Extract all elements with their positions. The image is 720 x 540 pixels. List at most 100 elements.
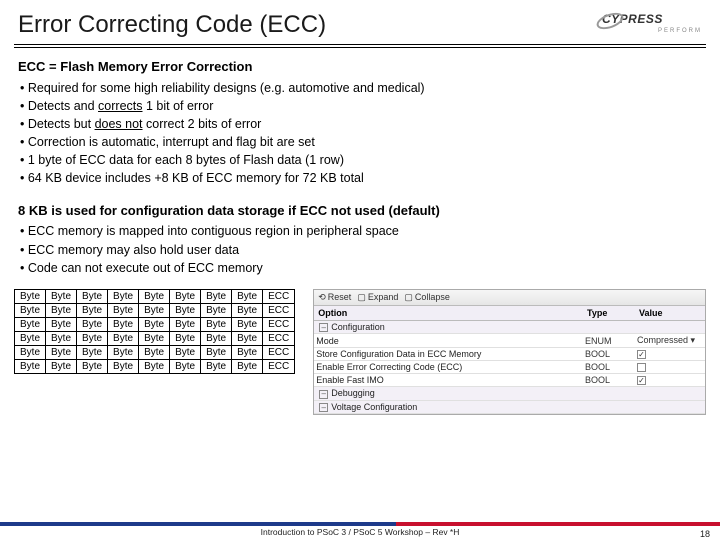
checkbox-icon[interactable] <box>637 363 646 372</box>
byte-cell: Byte <box>15 359 46 373</box>
ecc-cell: ECC <box>263 303 295 317</box>
config-type: ENUM <box>583 335 635 347</box>
config-label: Configuration <box>331 322 385 332</box>
config-type: BOOL <box>583 374 635 386</box>
brand-logo: CYPRESS PERFORM <box>602 10 702 40</box>
byte-cell: Byte <box>77 303 108 317</box>
byte-cell: Byte <box>201 317 232 331</box>
title-row: Error Correcting Code (ECC) CYPRESS PERF… <box>0 0 720 44</box>
footer: Introduction to PSoC 3 / PSoC 5 Workshop… <box>0 522 720 540</box>
byte-cell: Byte <box>201 303 232 317</box>
byte-cell: Byte <box>108 289 139 303</box>
section1-heading: ECC = Flash Memory Error Correction <box>18 58 702 77</box>
config-label: Mode <box>316 336 339 346</box>
byte-cell: Byte <box>77 317 108 331</box>
list-item: Correction is automatic, interrupt and f… <box>20 133 702 151</box>
reset-button[interactable]: ⟲ Reset <box>318 292 351 303</box>
checkbox-icon[interactable]: ✓ <box>637 376 646 385</box>
config-value[interactable]: ✓ <box>635 375 705 386</box>
byte-cell: Byte <box>139 317 170 331</box>
ecc-cell: ECC <box>263 289 295 303</box>
section1-list: Required for some high reliability desig… <box>20 79 702 188</box>
byte-cell: Byte <box>108 303 139 317</box>
byte-cell: Byte <box>139 303 170 317</box>
list-item: Required for some high reliability desig… <box>20 79 702 97</box>
ecc-cell: ECC <box>263 317 295 331</box>
byte-cell: Byte <box>15 317 46 331</box>
byte-cell: Byte <box>170 289 201 303</box>
byte-cell: Byte <box>201 359 232 373</box>
byte-cell: Byte <box>15 331 46 345</box>
config-label: Debugging <box>331 388 375 398</box>
byte-cell: Byte <box>15 345 46 359</box>
config-type: BOOL <box>583 348 635 360</box>
config-label: Enable Fast IMO <box>316 375 384 385</box>
byte-cell: Byte <box>170 331 201 345</box>
config-rows: –ConfigurationModeENUMCompressed ▾Store … <box>314 321 705 415</box>
byte-cell: Byte <box>108 317 139 331</box>
list-item: 1 byte of ECC data for each 8 bytes of F… <box>20 151 702 169</box>
byte-cell: Byte <box>201 345 232 359</box>
byte-cell: Byte <box>77 359 108 373</box>
config-value <box>635 406 705 408</box>
config-type <box>583 393 635 395</box>
byte-cell: Byte <box>108 345 139 359</box>
list-item: Detects but does not correct 2 bits of e… <box>20 115 702 133</box>
byte-cell: Byte <box>77 331 108 345</box>
tree-toggle-icon[interactable]: – <box>319 390 328 399</box>
byte-cell: Byte <box>170 359 201 373</box>
config-group: –Debugging <box>314 387 705 401</box>
byte-cell: Byte <box>77 345 108 359</box>
byte-cell: Byte <box>201 331 232 345</box>
config-value[interactable] <box>635 362 705 373</box>
section2-heading: 8 KB is used for configuration data stor… <box>18 202 702 221</box>
config-panel: ⟲ Reset ▢ Expand ▢ Collapse Option Type … <box>313 289 706 416</box>
list-item: ECC memory is mapped into contiguous reg… <box>20 222 702 240</box>
byte-cell: Byte <box>139 289 170 303</box>
byte-cell: Byte <box>108 359 139 373</box>
tree-toggle-icon[interactable]: – <box>319 403 328 412</box>
expand-button[interactable]: ▢ Expand <box>357 292 398 303</box>
config-label: Voltage Configuration <box>331 402 417 412</box>
config-label: Enable Error Correcting Code (ECC) <box>316 362 462 372</box>
dropdown-value[interactable]: Compressed ▾ <box>637 335 695 346</box>
footer-text: Introduction to PSoC 3 / PSoC 5 Workshop… <box>0 526 720 537</box>
byte-cell: Byte <box>139 331 170 345</box>
config-item: Mode ENUMCompressed ▾ <box>314 334 705 348</box>
byte-cell: Byte <box>46 345 77 359</box>
slide: Error Correcting Code (ECC) CYPRESS PERF… <box>0 0 720 540</box>
byte-cell: Byte <box>46 331 77 345</box>
tree-toggle-icon[interactable]: – <box>319 323 328 332</box>
byte-cell: Byte <box>15 289 46 303</box>
byte-cell: Byte <box>232 303 263 317</box>
byte-cell: Byte <box>201 289 232 303</box>
list-item: 64 KB device includes +8 KB of ECC memor… <box>20 169 702 187</box>
config-value <box>635 326 705 328</box>
col-type: Type <box>583 306 635 320</box>
byte-cell: Byte <box>139 345 170 359</box>
config-type <box>583 406 635 408</box>
ecc-cell: ECC <box>263 345 295 359</box>
lower-row: ByteByteByteByteByteByteByteByteECCByteB… <box>0 283 720 416</box>
byte-cell: Byte <box>170 303 201 317</box>
config-toolbar: ⟲ Reset ▢ Expand ▢ Collapse <box>314 290 705 306</box>
config-group: –Configuration <box>314 321 705 335</box>
byte-grid-table: ByteByteByteByteByteByteByteByteECCByteB… <box>14 289 295 374</box>
checkbox-icon[interactable]: ✓ <box>637 350 646 359</box>
config-item: Store Configuration Data in ECC MemoryBO… <box>314 348 705 361</box>
byte-cell: Byte <box>232 359 263 373</box>
config-value[interactable]: Compressed ▾ <box>635 334 705 347</box>
byte-cell: Byte <box>46 317 77 331</box>
config-item: Enable Fast IMO BOOL✓ <box>314 374 705 387</box>
page-title: Error Correcting Code (ECC) <box>18 11 326 39</box>
config-value[interactable]: ✓ <box>635 349 705 360</box>
byte-cell: Byte <box>15 303 46 317</box>
byte-cell: Byte <box>46 303 77 317</box>
section2-list: ECC memory is mapped into contiguous reg… <box>20 222 702 276</box>
brand-tagline: PERFORM <box>602 28 702 34</box>
config-item: Enable Error Correcting Code (ECC)BOOL <box>314 361 705 374</box>
ecc-cell: ECC <box>263 331 295 345</box>
collapse-button[interactable]: ▢ Collapse <box>404 292 450 303</box>
content-area: ECC = Flash Memory Error Correction Requ… <box>0 48 720 277</box>
col-value: Value <box>635 306 705 320</box>
